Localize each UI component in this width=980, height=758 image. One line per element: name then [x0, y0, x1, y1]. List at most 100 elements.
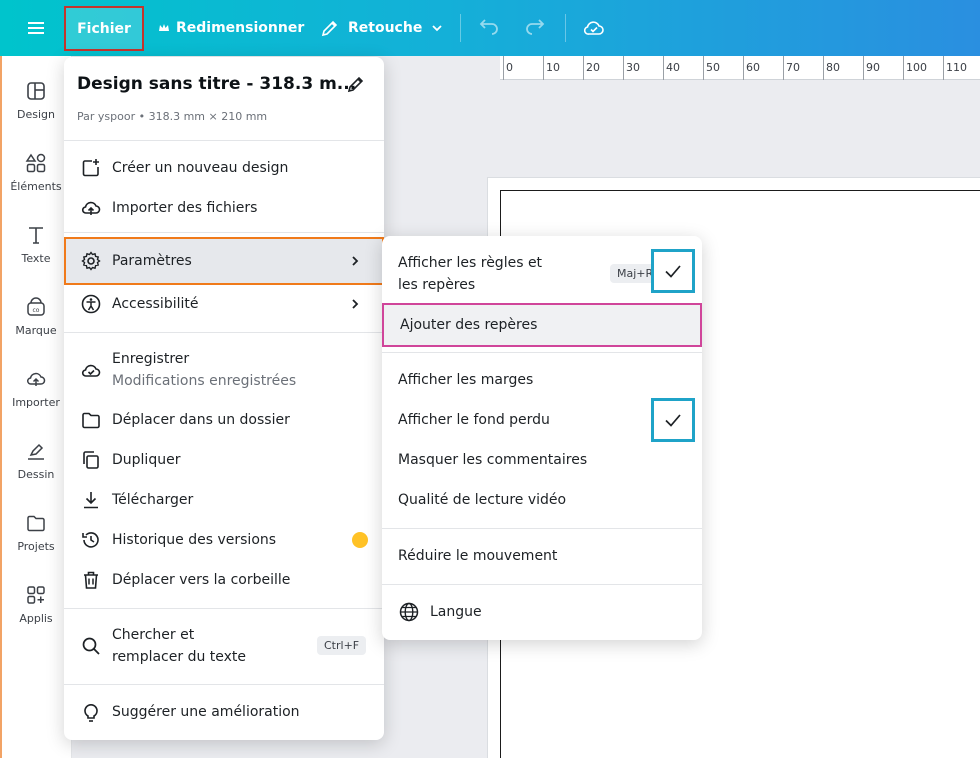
hide-comments-item[interactable]: Masquer les commentaires: [382, 440, 702, 480]
pencil-icon: [321, 20, 338, 37]
cloud-upload-icon: [27, 372, 46, 386]
menu-icon[interactable]: [25, 17, 47, 39]
ruler-tick: [743, 56, 744, 80]
design-title[interactable]: Design sans titre - 318.3 m...: [77, 74, 356, 94]
ruler-tick-label: 100: [906, 61, 927, 74]
new-design-item[interactable]: Créer un nouveau design: [64, 148, 384, 188]
move-to-folder-item[interactable]: Déplacer dans un dossier: [64, 400, 384, 440]
download-label: Télécharger: [112, 492, 194, 508]
toolbar-divider: [460, 14, 461, 42]
version-history-item[interactable]: Historique des versions: [64, 520, 384, 560]
sidebar-item-elements[interactable]: Éléments: [0, 152, 72, 212]
import-files-item[interactable]: Importer des fichiers: [64, 188, 384, 228]
layout-icon: [27, 82, 45, 100]
suggest-improvement-item[interactable]: Suggérer une amélioration: [64, 692, 384, 732]
svg-text:co: co: [33, 307, 40, 314]
move-to-folder-label: Déplacer dans un dossier: [112, 412, 290, 428]
settings-label: Paramètres: [112, 253, 192, 269]
save-item[interactable]: Enregistrer Modifications enregistrées: [64, 345, 384, 395]
resize-button[interactable]: Redimensionner: [158, 0, 304, 56]
ruler-tick: [943, 56, 944, 80]
copy-icon: [83, 451, 99, 469]
add-guides-item[interactable]: Ajouter des repères: [382, 303, 702, 347]
top-toolbar: Fichier Redimensionner Retouche: [0, 0, 980, 56]
globe-icon: [399, 602, 419, 622]
sidebar-item-design[interactable]: Design: [0, 80, 72, 140]
import-files-label: Importer des fichiers: [112, 200, 258, 216]
duplicate-item[interactable]: Dupliquer: [64, 440, 384, 480]
ruler-tick-label: 40: [666, 61, 680, 74]
find-replace-label-line1: Chercher et: [112, 627, 195, 643]
sidebar-item-label: Texte: [21, 252, 51, 265]
cloud-saved-icon[interactable]: [582, 16, 606, 40]
sidebar-item-label: Projets: [17, 540, 55, 553]
find-replace-item[interactable]: Chercher et remplacer du texte Ctrl+F: [64, 622, 384, 670]
sidebar-item-brand[interactable]: co Marque: [0, 296, 72, 356]
sidebar-item-label: Importer: [12, 396, 60, 409]
ruler-tick-label: 70: [786, 61, 800, 74]
show-rulers-label-line2: les repères: [398, 277, 476, 293]
menu-divider: [64, 140, 384, 141]
ruler-tick-label: 30: [626, 61, 640, 74]
horizontal-ruler[interactable]: 0 10 20 30 40 50 60 70 80 90 100 110: [500, 56, 980, 80]
gear-icon: [81, 251, 101, 271]
ruler-tick: [623, 56, 624, 80]
reduce-motion-label: Réduire le mouvement: [398, 548, 558, 564]
crown-icon: [159, 24, 169, 31]
ruler-tick-label: 80: [826, 61, 840, 74]
submenu-divider: [382, 352, 702, 353]
edit-label: Retouche: [348, 20, 423, 36]
sidebar-item-label: Marque: [15, 324, 57, 337]
pencil-icon[interactable]: [346, 74, 366, 94]
cloud-check-icon: [81, 364, 101, 377]
sidebar-item-label: Design: [17, 108, 55, 121]
redo-icon[interactable]: [523, 16, 547, 40]
ruler-tick: [583, 56, 584, 80]
language-item[interactable]: Langue: [382, 592, 702, 632]
ruler-tick-label: 110: [946, 61, 967, 74]
sidebar-item-label: Éléments: [10, 180, 62, 193]
ruler-tick: [823, 56, 824, 80]
add-guides-label: Ajouter des repères: [400, 317, 538, 333]
sidebar-item-draw[interactable]: Dessin: [0, 440, 72, 500]
sidebar-item-text[interactable]: Texte: [0, 224, 72, 284]
sidebar-item-apps[interactable]: Applis: [0, 584, 72, 644]
search-icon: [82, 637, 100, 655]
chevron-right-icon: [352, 256, 359, 266]
sidebar-item-import[interactable]: Importer: [0, 368, 72, 428]
settings-item[interactable]: Paramètres: [64, 237, 384, 285]
folder-icon: [27, 515, 45, 532]
submenu-divider: [382, 528, 702, 529]
accessibility-label: Accessibilité: [112, 296, 199, 312]
trash-label: Déplacer vers la corbeille: [112, 572, 291, 588]
undo-icon[interactable]: [477, 16, 501, 40]
ruler-tick-label: 50: [706, 61, 720, 74]
cloud-upload-icon: [81, 201, 101, 215]
ruler-tick: [903, 56, 904, 80]
hide-comments-label: Masquer les commentaires: [398, 452, 588, 468]
sidebar-item-label: Applis: [19, 612, 53, 625]
ruler-tick-label: 60: [746, 61, 760, 74]
show-margins-item[interactable]: Afficher les marges: [382, 360, 702, 400]
suggest-improvement-label: Suggérer une amélioration: [112, 704, 300, 720]
reduce-motion-item[interactable]: Réduire le mouvement: [382, 536, 702, 576]
video-quality-item[interactable]: Qualité de lecture vidéo: [382, 480, 702, 520]
find-replace-shortcut: Ctrl+F: [317, 636, 367, 655]
download-item[interactable]: Télécharger: [64, 480, 384, 520]
edit-button[interactable]: Retouche: [320, 0, 444, 56]
ruler-tick: [663, 56, 664, 80]
trash-icon: [84, 571, 98, 589]
chevron-right-icon: [352, 299, 359, 309]
accessibility-item[interactable]: Accessibilité: [64, 284, 384, 324]
trash-item[interactable]: Déplacer vers la corbeille: [64, 560, 384, 600]
save-label: Enregistrer: [112, 351, 190, 367]
sidebar-item-projects[interactable]: Projets: [0, 512, 72, 572]
history-icon: [82, 532, 99, 548]
ruler-tick: [543, 56, 544, 80]
bleed-checked-checkbox[interactable]: [651, 398, 695, 442]
rulers-checked-checkbox[interactable]: [651, 249, 695, 293]
file-menu-button[interactable]: Fichier: [64, 6, 144, 51]
menu-divider: [64, 232, 384, 233]
file-menu: Design sans titre - 318.3 m... Par yspoo…: [64, 57, 384, 740]
settings-submenu: Afficher les règles et les repères Maj+R…: [382, 236, 702, 640]
